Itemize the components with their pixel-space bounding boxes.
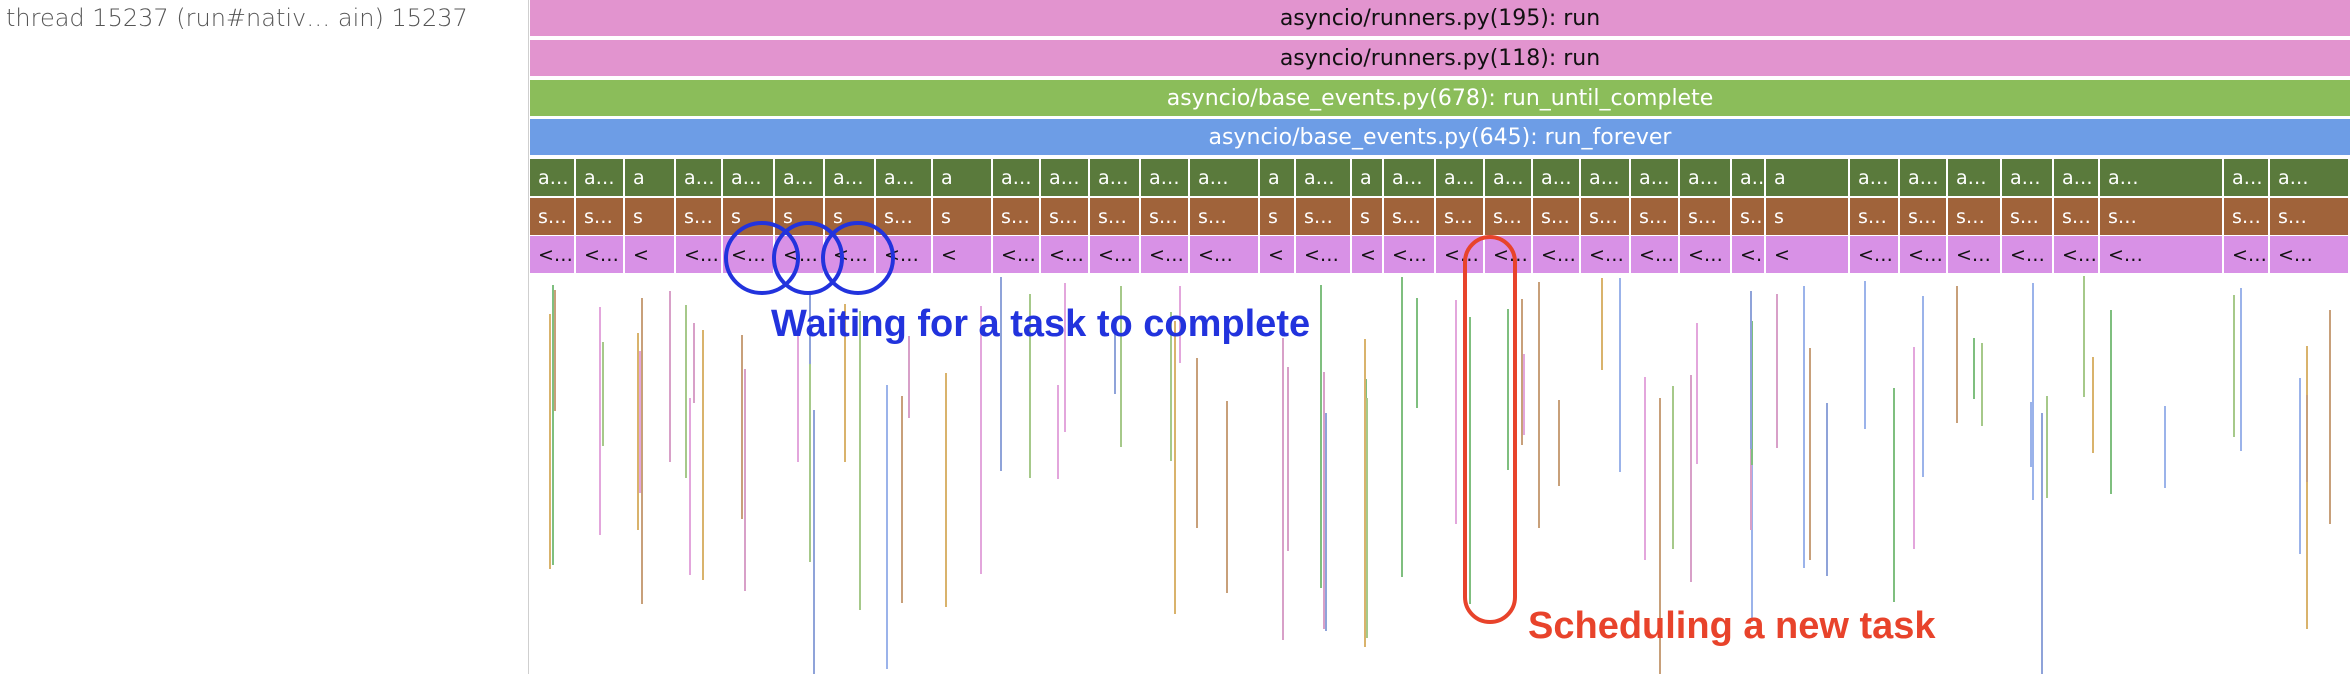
waiting-circle-3 bbox=[821, 221, 895, 295]
annotation-waiting-circles bbox=[724, 221, 895, 295]
annotation-scheduling-loop bbox=[1463, 235, 1517, 624]
waiting-circle-1 bbox=[724, 221, 800, 295]
annotation-overlay bbox=[724, 221, 1517, 624]
